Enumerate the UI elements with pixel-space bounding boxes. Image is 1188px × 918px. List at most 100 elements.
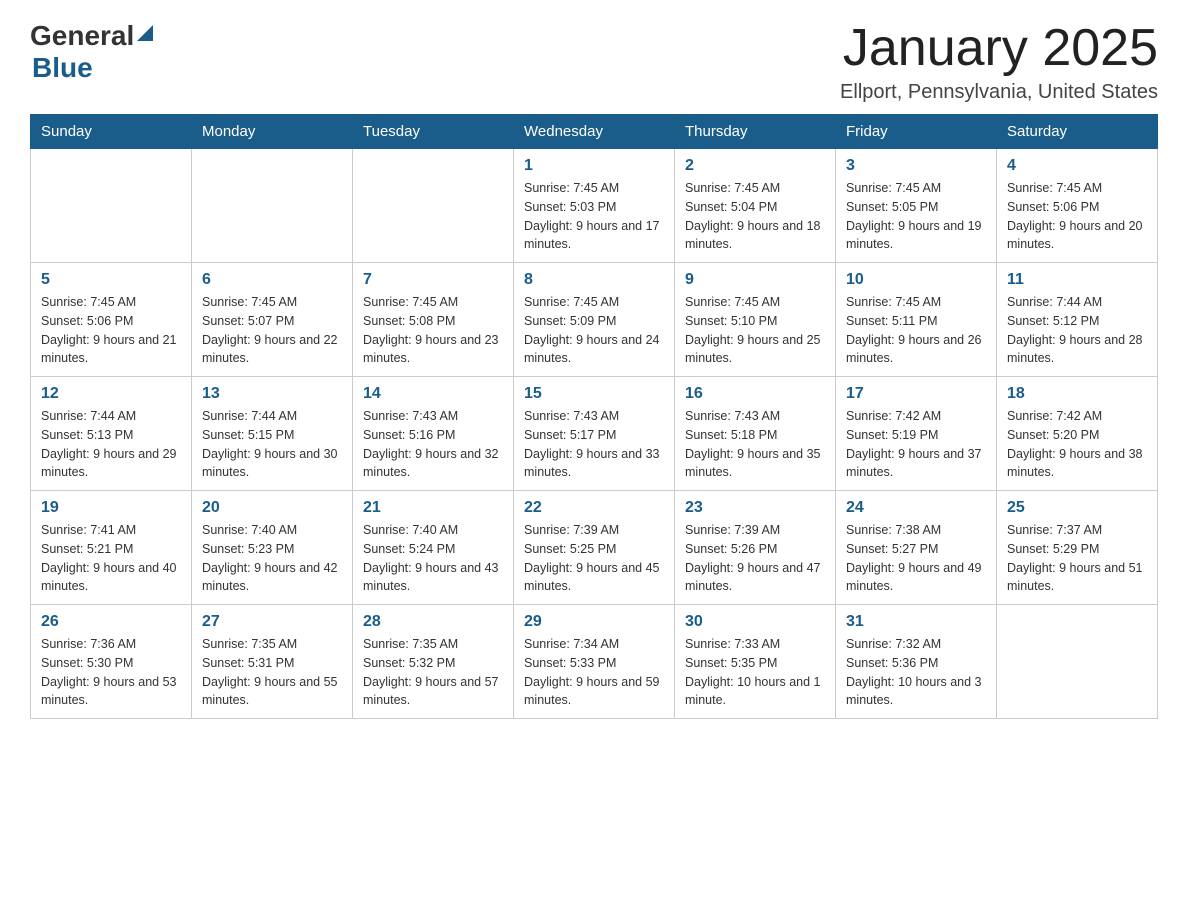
calendar-cell: 29Sunrise: 7:34 AM Sunset: 5:33 PM Dayli… — [514, 605, 675, 719]
day-of-week-friday: Friday — [836, 115, 997, 149]
calendar-cell: 11 Sunrise: 7:44 AM Sunset: 5:12 PM Dayli… — [997, 263, 1158, 377]
day-number: 8 — [524, 271, 664, 289]
day-info: Sunrise: 7:45 AM Sunset: 5:07 PM Dayligh… — [202, 293, 342, 368]
calendar-week-3: 12Sunrise: 7:44 AM Sunset: 5:13 PM Dayli… — [31, 377, 1158, 491]
calendar-week-4: 19 Sunrise: 7:41 AM Sunset: 5:21 PM Dayli… — [31, 491, 1158, 605]
day-info: Sunrise: 7:36 AM Sunset: 5:30 PM Dayligh… — [41, 635, 181, 710]
day-number: 13 — [202, 385, 342, 403]
day-info: Sunrise: 7:44 AM Sunset: 5:12 PM Dayligh… — [1007, 293, 1147, 368]
day-number: 22 — [524, 499, 664, 517]
day-number: 25 — [1007, 499, 1147, 517]
calendar-cell: 23 Sunrise: 7:39 AM Sunset: 5:26 PM Dayli… — [675, 491, 836, 605]
day-number: 26 — [41, 613, 181, 631]
calendar-cell: 21 Sunrise: 7:40 AM Sunset: 5:24 PM Dayli… — [353, 491, 514, 605]
logo-blue-text: Blue — [32, 52, 153, 84]
calendar-cell: 13 Sunrise: 7:44 AM Sunset: 5:15 PM Dayli… — [192, 377, 353, 491]
day-info: Sunrise: 7:45 AM Sunset: 5:06 PM Dayligh… — [1007, 179, 1147, 254]
day-info: Sunrise: 7:45 AM Sunset: 5:10 PM Dayligh… — [685, 293, 825, 368]
day-number: 23 — [685, 499, 825, 517]
calendar-cell: 18Sunrise: 7:42 AM Sunset: 5:20 PM Dayli… — [997, 377, 1158, 491]
logo: General Blue — [30, 20, 153, 84]
calendar-cell: 4 Sunrise: 7:45 AM Sunset: 5:06 PM Daylig… — [997, 149, 1158, 263]
calendar-cell: 3Sunrise: 7:45 AM Sunset: 5:05 PM Daylig… — [836, 149, 997, 263]
calendar-cell — [997, 605, 1158, 719]
calendar-week-1: 1 Sunrise: 7:45 AM Sunset: 5:03 PM Daylig… — [31, 149, 1158, 263]
month-title: January 2025 — [840, 20, 1158, 77]
calendar-cell: 10Sunrise: 7:45 AM Sunset: 5:11 PM Dayli… — [836, 263, 997, 377]
calendar-cell: 30Sunrise: 7:33 AM Sunset: 5:35 PM Dayli… — [675, 605, 836, 719]
calendar-cell: 14 Sunrise: 7:43 AM Sunset: 5:16 PM Dayli… — [353, 377, 514, 491]
day-info: Sunrise: 7:39 AM Sunset: 5:25 PM Dayligh… — [524, 521, 664, 596]
logo-general-text: General — [30, 20, 134, 52]
calendar-cell: 1 Sunrise: 7:45 AM Sunset: 5:03 PM Daylig… — [514, 149, 675, 263]
calendar-week-2: 5Sunrise: 7:45 AM Sunset: 5:06 PM Daylig… — [31, 263, 1158, 377]
calendar-cell: 22 Sunrise: 7:39 AM Sunset: 5:25 PM Dayli… — [514, 491, 675, 605]
logo-triangle-icon — [137, 25, 153, 41]
calendar-header-row: SundayMondayTuesdayWednesdayThursdayFrid… — [31, 115, 1158, 149]
location-subtitle: Ellport, Pennsylvania, United States — [840, 81, 1158, 104]
day-info: Sunrise: 7:45 AM Sunset: 5:06 PM Dayligh… — [41, 293, 181, 368]
day-number: 1 — [524, 157, 664, 175]
day-info: Sunrise: 7:43 AM Sunset: 5:18 PM Dayligh… — [685, 407, 825, 482]
calendar-cell: 7 Sunrise: 7:45 AM Sunset: 5:08 PM Daylig… — [353, 263, 514, 377]
calendar-cell: 2 Sunrise: 7:45 AM Sunset: 5:04 PM Daylig… — [675, 149, 836, 263]
calendar-cell: 24 Sunrise: 7:38 AM Sunset: 5:27 PM Dayli… — [836, 491, 997, 605]
day-number: 27 — [202, 613, 342, 631]
calendar-cell — [31, 149, 192, 263]
day-of-week-saturday: Saturday — [997, 115, 1158, 149]
day-number: 4 — [1007, 157, 1147, 175]
title-area: January 2025 Ellport, Pennsylvania, Unit… — [840, 20, 1158, 104]
day-number: 11 — [1007, 271, 1147, 289]
day-info: Sunrise: 7:35 AM Sunset: 5:31 PM Dayligh… — [202, 635, 342, 710]
day-number: 24 — [846, 499, 986, 517]
day-number: 18 — [1007, 385, 1147, 403]
day-info: Sunrise: 7:45 AM Sunset: 5:08 PM Dayligh… — [363, 293, 503, 368]
calendar-cell: 25 Sunrise: 7:37 AM Sunset: 5:29 PM Dayli… — [997, 491, 1158, 605]
day-number: 7 — [363, 271, 503, 289]
day-number: 3 — [846, 157, 986, 175]
calendar-cell: 20Sunrise: 7:40 AM Sunset: 5:23 PM Dayli… — [192, 491, 353, 605]
day-number: 15 — [524, 385, 664, 403]
day-info: Sunrise: 7:38 AM Sunset: 5:27 PM Dayligh… — [846, 521, 986, 596]
day-info: Sunrise: 7:45 AM Sunset: 5:09 PM Dayligh… — [524, 293, 664, 368]
calendar-cell: 26 Sunrise: 7:36 AM Sunset: 5:30 PM Dayli… — [31, 605, 192, 719]
day-info: Sunrise: 7:45 AM Sunset: 5:03 PM Dayligh… — [524, 179, 664, 254]
calendar-cell — [353, 149, 514, 263]
day-of-week-monday: Monday — [192, 115, 353, 149]
calendar-cell: 15Sunrise: 7:43 AM Sunset: 5:17 PM Dayli… — [514, 377, 675, 491]
day-info: Sunrise: 7:45 AM Sunset: 5:11 PM Dayligh… — [846, 293, 986, 368]
calendar-cell: 31Sunrise: 7:32 AM Sunset: 5:36 PM Dayli… — [836, 605, 997, 719]
day-of-week-wednesday: Wednesday — [514, 115, 675, 149]
day-number: 19 — [41, 499, 181, 517]
calendar-cell: 9 Sunrise: 7:45 AM Sunset: 5:10 PM Daylig… — [675, 263, 836, 377]
day-info: Sunrise: 7:41 AM Sunset: 5:21 PM Dayligh… — [41, 521, 181, 596]
day-number: 21 — [363, 499, 503, 517]
day-info: Sunrise: 7:40 AM Sunset: 5:24 PM Dayligh… — [363, 521, 503, 596]
day-info: Sunrise: 7:43 AM Sunset: 5:16 PM Dayligh… — [363, 407, 503, 482]
calendar-week-5: 26 Sunrise: 7:36 AM Sunset: 5:30 PM Dayli… — [31, 605, 1158, 719]
day-number: 14 — [363, 385, 503, 403]
day-info: Sunrise: 7:34 AM Sunset: 5:33 PM Dayligh… — [524, 635, 664, 710]
page-header: General Blue January 2025 Ellport, Penns… — [30, 20, 1158, 104]
calendar-cell: 6 Sunrise: 7:45 AM Sunset: 5:07 PM Daylig… — [192, 263, 353, 377]
day-info: Sunrise: 7:35 AM Sunset: 5:32 PM Dayligh… — [363, 635, 503, 710]
calendar-cell: 12Sunrise: 7:44 AM Sunset: 5:13 PM Dayli… — [31, 377, 192, 491]
day-info: Sunrise: 7:44 AM Sunset: 5:15 PM Dayligh… — [202, 407, 342, 482]
calendar-cell: 19 Sunrise: 7:41 AM Sunset: 5:21 PM Dayli… — [31, 491, 192, 605]
day-number: 6 — [202, 271, 342, 289]
day-number: 16 — [685, 385, 825, 403]
day-info: Sunrise: 7:37 AM Sunset: 5:29 PM Dayligh… — [1007, 521, 1147, 596]
calendar-cell: 27 Sunrise: 7:35 AM Sunset: 5:31 PM Dayli… — [192, 605, 353, 719]
calendar-cell: 8 Sunrise: 7:45 AM Sunset: 5:09 PM Daylig… — [514, 263, 675, 377]
day-info: Sunrise: 7:42 AM Sunset: 5:19 PM Dayligh… — [846, 407, 986, 482]
calendar-cell: 5Sunrise: 7:45 AM Sunset: 5:06 PM Daylig… — [31, 263, 192, 377]
day-number: 28 — [363, 613, 503, 631]
day-number: 9 — [685, 271, 825, 289]
day-number: 2 — [685, 157, 825, 175]
day-info: Sunrise: 7:39 AM Sunset: 5:26 PM Dayligh… — [685, 521, 825, 596]
day-info: Sunrise: 7:33 AM Sunset: 5:35 PM Dayligh… — [685, 635, 825, 710]
day-number: 12 — [41, 385, 181, 403]
calendar-table: SundayMondayTuesdayWednesdayThursdayFrid… — [30, 114, 1158, 719]
day-info: Sunrise: 7:45 AM Sunset: 5:04 PM Dayligh… — [685, 179, 825, 254]
calendar-cell — [192, 149, 353, 263]
